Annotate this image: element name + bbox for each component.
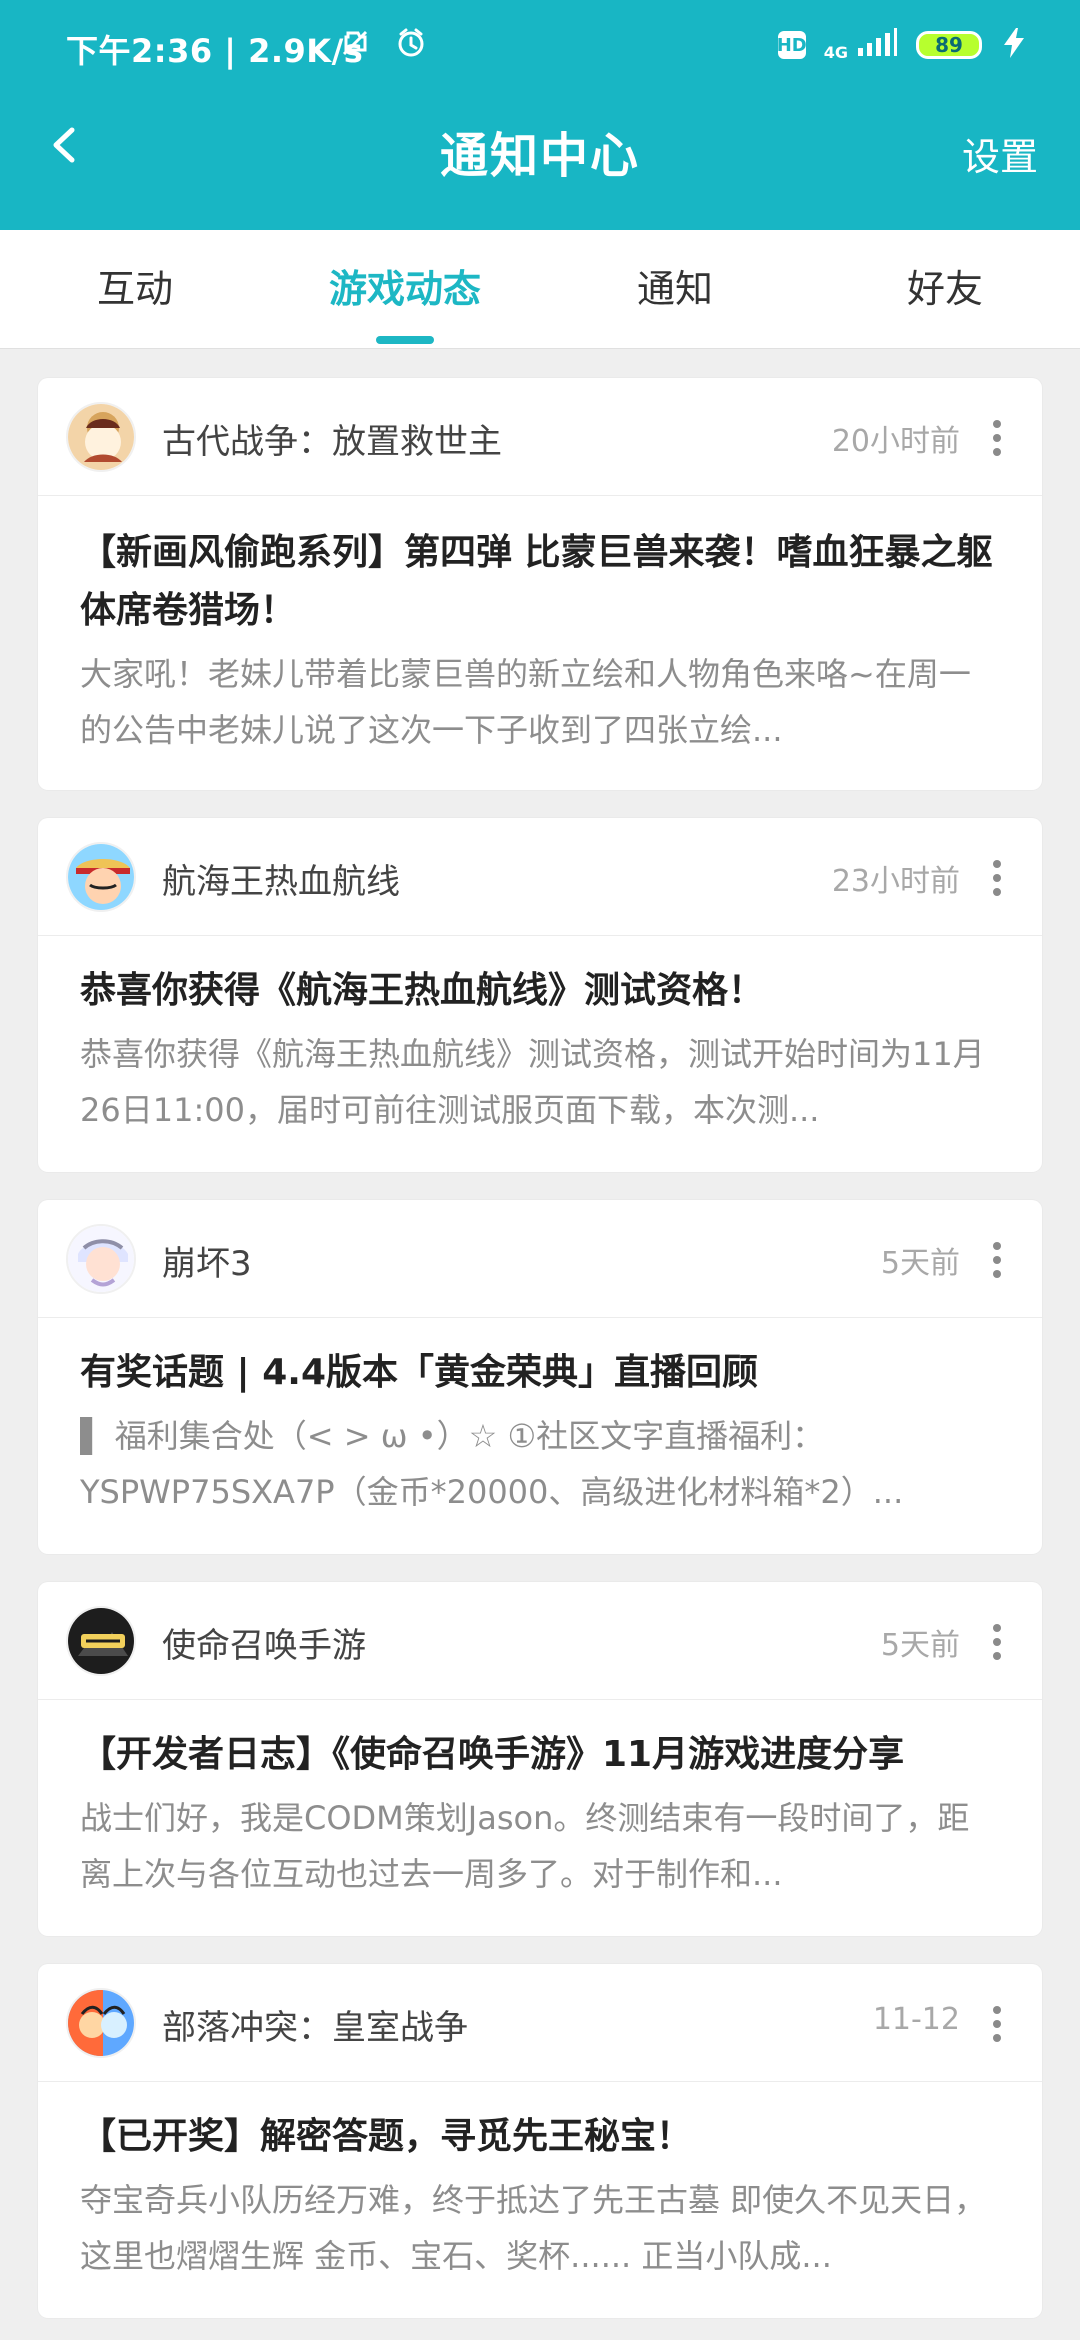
more-dot-icon [993, 420, 1001, 428]
tab-game-updates[interactable]: 游戏动态 [270, 258, 540, 313]
card-header: 崩坏3 5天前 [38, 1200, 1042, 1318]
battery-level: 89 [935, 33, 963, 57]
notification-card[interactable]: 使命召唤手游 5天前 【开发者日志】《使命召唤手游》11月游戏进度分享 战士们好… [38, 1582, 1042, 1936]
timestamp: 23小时前 [831, 864, 960, 899]
game-name: 航海王热血航线 [162, 862, 400, 902]
more-dot-icon [993, 434, 1001, 442]
signal-group: 4G [824, 28, 898, 62]
more-dot-icon [993, 1638, 1001, 1646]
more-dot-icon [993, 1270, 1001, 1278]
tab-interaction[interactable]: 互动 [0, 258, 270, 313]
post-summary: ▌ 福利集合处（< > ω •）☆ ①社区文字直播福利：YSPWP75SXA7P… [80, 1417, 904, 1511]
more-dot-icon [993, 1256, 1001, 1264]
card-header: 古代战争：放置救世主 20小时前 [38, 378, 1042, 496]
battery-indicator: 89 [916, 31, 982, 59]
more-button[interactable] [992, 420, 1002, 456]
card-body: 【已开奖】解密答题，寻觅先王秘宝！ 夺宝奇兵小队历经万难，终于抵达了先王古墓 即… [80, 2108, 1000, 2284]
timestamp: 11-12 [872, 2002, 960, 2037]
post-summary: 恭喜你获得《航海王热血航线》测试资格，测试开始时间为11月26日11:00，届时… [80, 1035, 985, 1129]
timestamp: 5天前 [880, 1628, 960, 1663]
more-dot-icon [993, 2020, 1001, 2028]
more-dot-icon [993, 448, 1001, 456]
card-body: 【开发者日志】《使命召唤手游》11月游戏进度分享 战士们好，我是CODM策划Ja… [80, 1726, 1000, 1902]
card-body: 有奖话题 | 4.4版本「黄金荣典」直播回顾 ▌ 福利集合处（< > ω •）☆… [80, 1344, 1000, 1520]
status-time-label: 下午2:36 [66, 32, 213, 70]
game-avatar[interactable] [66, 402, 136, 472]
game-name: 部落冲突：皇室战争 [162, 2008, 468, 2048]
hd-icon: HD [777, 31, 807, 59]
post-summary: 战士们好，我是CODM策划Jason。终测结束有一段时间了，距离上次与各位互动也… [80, 1799, 970, 1893]
game-avatar[interactable] [66, 842, 136, 912]
game-name: 古代战争：放置救世主 [162, 422, 502, 462]
more-button[interactable] [992, 1624, 1002, 1660]
card-body: 【新画风偷跑系列】第四弹 比蒙巨兽来袭！嗜血狂暴之躯体席卷猎场！ 大家吼！老妹儿… [80, 524, 1000, 758]
game-avatar[interactable] [66, 1224, 136, 1294]
more-dot-icon [993, 1652, 1001, 1660]
page-title: 通知中心 [439, 128, 640, 184]
more-dot-icon [993, 1242, 1001, 1250]
timestamp: 20小时前 [831, 424, 960, 459]
network-type: 4G [823, 43, 848, 62]
signal-icon [856, 28, 898, 62]
notification-card[interactable]: 部落冲突：皇室战争 11-12 【已开奖】解密答题，寻觅先王秘宝！ 夺宝奇兵小队… [38, 1964, 1042, 2318]
timestamp: 5天前 [880, 1246, 960, 1281]
notification-tabs: 互动 游戏动态 通知 好友 [0, 230, 1080, 349]
more-button[interactable] [992, 1242, 1002, 1278]
more-button[interactable] [992, 2006, 1002, 2042]
more-dot-icon [993, 874, 1001, 882]
app-header: 下午2:36 | 2.9K/s HD 4G 89 通知中心 设置 [0, 0, 1080, 230]
more-dot-icon [993, 888, 1001, 896]
post-summary: 夺宝奇兵小队历经万难，终于抵达了先王古墓 即使久不见天日，这里也熠熠生辉 金币、… [80, 2181, 987, 2275]
alarm-icon [394, 26, 428, 64]
more-dot-icon [993, 2034, 1001, 2042]
game-name: 使命召唤手游 [162, 1626, 366, 1666]
status-separator: | [224, 32, 249, 70]
post-title: 【开发者日志】《使命召唤手游》11月游戏进度分享 [80, 1734, 905, 1775]
settings-button[interactable]: 设置 [962, 126, 1038, 181]
post-summary: 大家吼！老妹儿带着比蒙巨兽的新立绘和人物角色来咯~在周一的公告中老妹儿说了这次一… [80, 655, 971, 749]
game-name: 崩坏3 [162, 1244, 252, 1284]
tab-notifications[interactable]: 通知 [540, 258, 810, 313]
active-tab-indicator [376, 336, 434, 344]
card-header: 航海王热血航线 23小时前 [38, 818, 1042, 936]
status-bar: 下午2:36 | 2.9K/s HD 4G 89 [0, 0, 1080, 96]
notification-card[interactable]: 古代战争：放置救世主 20小时前 【新画风偷跑系列】第四弹 比蒙巨兽来袭！嗜血狂… [38, 378, 1042, 790]
game-avatar[interactable] [66, 1988, 136, 2058]
notification-card[interactable]: 航海王热血航线 23小时前 恭喜你获得《航海王热血航线》测试资格！ 恭喜你获得《… [38, 818, 1042, 1172]
card-header: 部落冲突：皇室战争 11-12 [38, 1964, 1042, 2082]
card-header: 使命召唤手游 5天前 [38, 1582, 1042, 1700]
charging-icon [1000, 26, 1028, 64]
more-dot-icon [993, 860, 1001, 868]
post-title: 恭喜你获得《航海王热血航线》测试资格！ [80, 970, 765, 1011]
post-title: 【新画风偷跑系列】第四弹 比蒙巨兽来袭！嗜血狂暴之躯体席卷猎场！ [80, 532, 993, 631]
mute-icon [338, 26, 372, 64]
status-icons-right: HD 4G 89 [777, 26, 1028, 64]
card-body: 恭喜你获得《航海王热血航线》测试资格！ 恭喜你获得《航海王热血航线》测试资格，测… [80, 962, 1000, 1138]
more-dot-icon [993, 1624, 1001, 1632]
post-title: 有奖话题 | 4.4版本「黄金荣典」直播回顾 [80, 1352, 758, 1393]
navigation-bar: 通知中心 设置 [0, 96, 1080, 230]
more-button[interactable] [992, 860, 1002, 896]
post-title: 【已开奖】解密答题，寻觅先王秘宝！ [80, 2116, 693, 2157]
more-dot-icon [993, 2006, 1001, 2014]
tab-friends[interactable]: 好友 [810, 258, 1080, 313]
game-avatar[interactable] [66, 1606, 136, 1676]
notification-card[interactable]: 崩坏3 5天前 有奖话题 | 4.4版本「黄金荣典」直播回顾 ▌ 福利集合处（<… [38, 1200, 1042, 1554]
status-icons-left [338, 26, 428, 64]
status-time: 下午2:36 | 2.9K/s [66, 26, 363, 72]
